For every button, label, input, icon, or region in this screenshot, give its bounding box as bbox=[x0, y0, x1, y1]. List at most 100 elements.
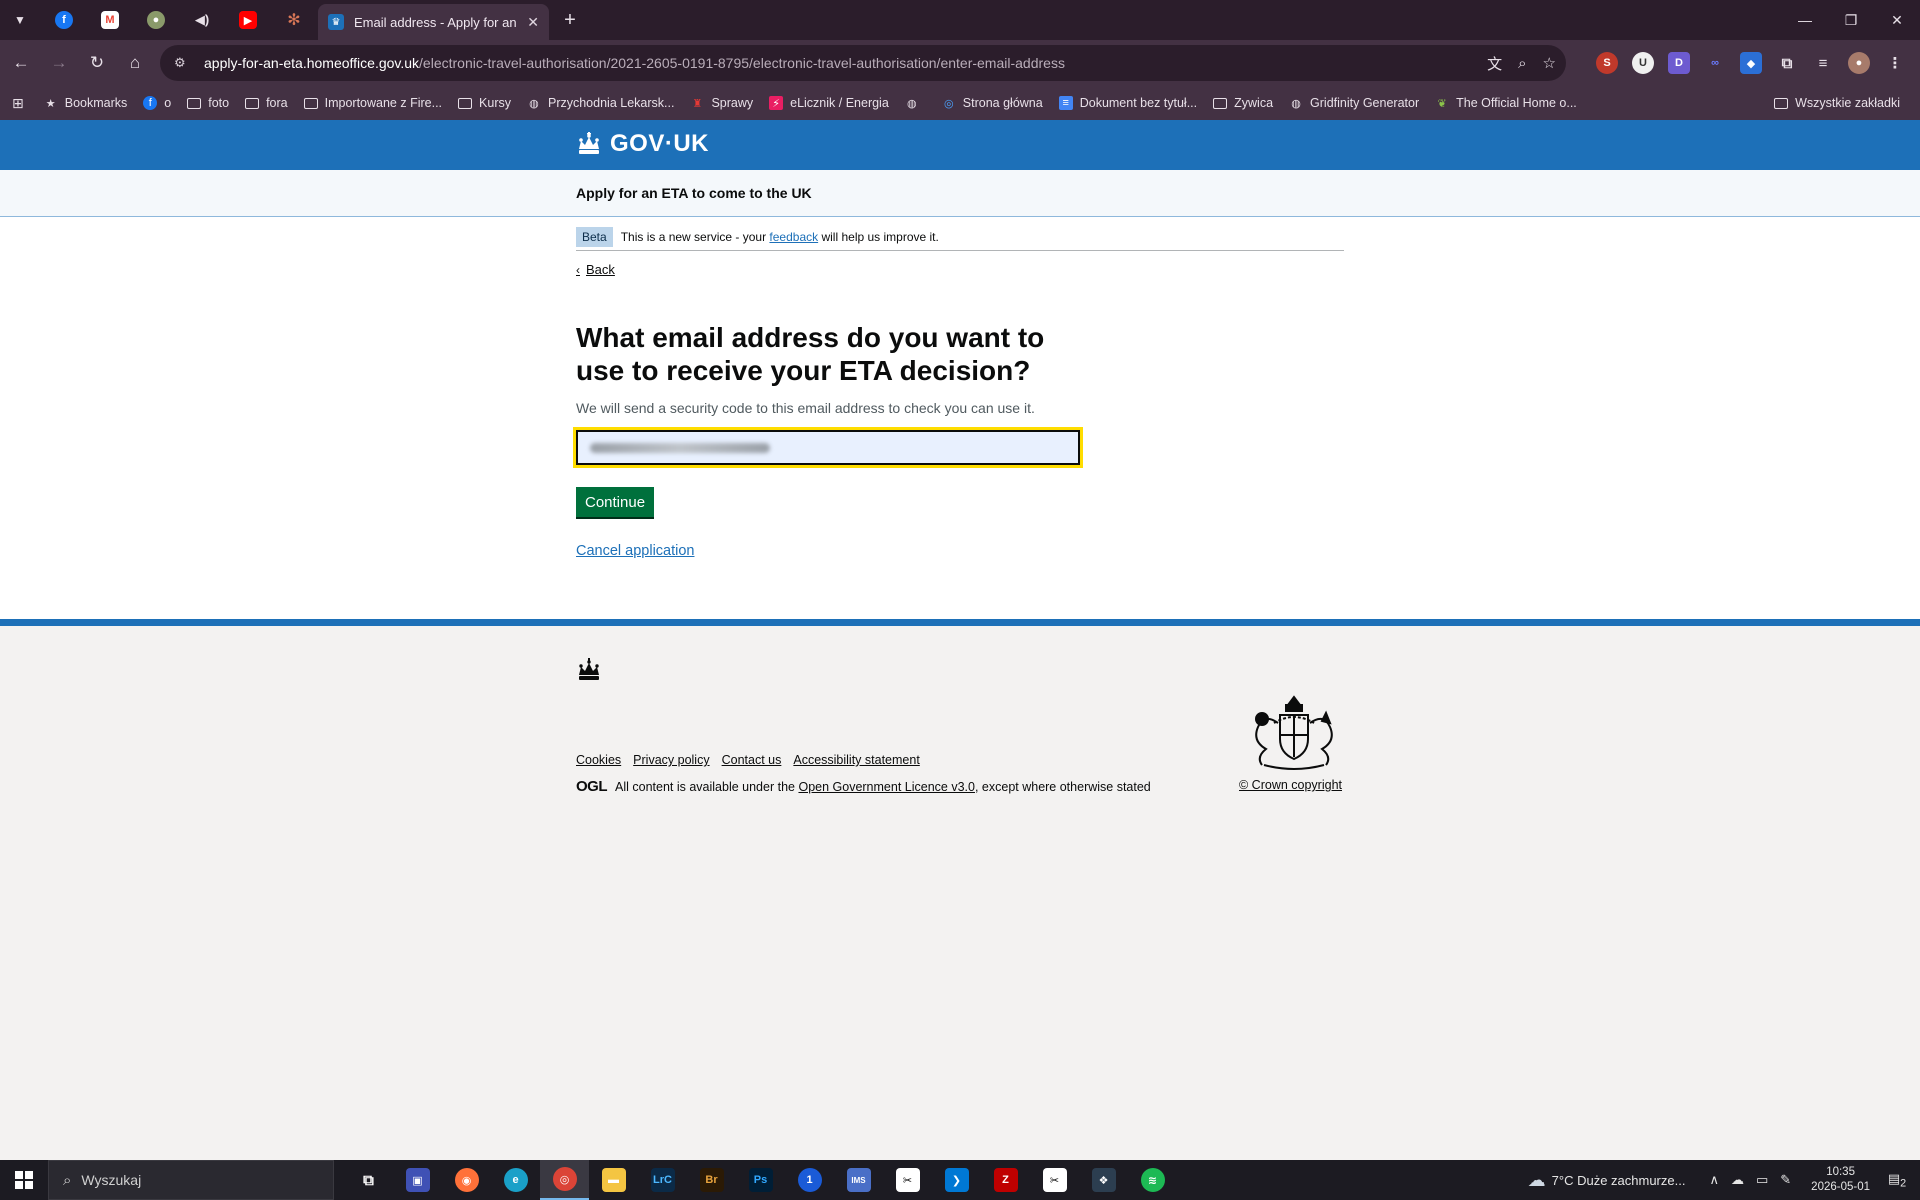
crown-copyright-link[interactable]: © Crown copyright bbox=[1239, 778, 1342, 792]
translate-icon[interactable]: 文 bbox=[1487, 53, 1502, 74]
govuk-logo[interactable]: GOV·UK bbox=[576, 130, 709, 158]
back-link[interactable]: ‹ Back bbox=[576, 262, 615, 277]
vscode-icon: ❯ bbox=[944, 1168, 969, 1192]
pinned-tab-facebook[interactable]: f bbox=[41, 0, 87, 40]
bookmark-przychodnia[interactable]: ◍ Przychodnia Lekarsk... bbox=[519, 89, 682, 117]
bookmark-folder-importowane[interactable]: Importowane z Fire... bbox=[296, 89, 450, 117]
footer-link-cookies[interactable]: Cookies bbox=[576, 753, 621, 767]
service-navigation: Apply for an ETA to come to the UK bbox=[0, 170, 1920, 217]
pinned-tab-youtube[interactable]: ▶ bbox=[225, 0, 271, 40]
weather-widget[interactable]: ☁ 7°C Duże zachmurze... bbox=[1528, 1170, 1686, 1191]
extensions-puzzle-icon[interactable]: ⧉ bbox=[1776, 52, 1798, 74]
taskbar-app-spotify[interactable]: ≋ bbox=[1128, 1160, 1177, 1200]
bookmark-label: Strona główna bbox=[962, 96, 1043, 110]
bookmark-strona-glowna[interactable]: ◎ Strona główna bbox=[934, 89, 1051, 117]
bookmark-gridfinity[interactable]: ◍ Gridfinity Generator bbox=[1281, 89, 1427, 117]
phase-tag: Beta bbox=[576, 227, 613, 247]
pen-icon[interactable]: ✎ bbox=[1780, 1172, 1791, 1188]
bookmark-bookmarks[interactable]: ★ Bookmarks bbox=[36, 89, 136, 117]
extension-red-icon[interactable]: S bbox=[1596, 52, 1618, 74]
phase-banner: Beta This is a new service - your feedba… bbox=[576, 224, 1344, 251]
extension-tag-icon[interactable]: ◆ bbox=[1740, 52, 1762, 74]
footer-link-accessibility[interactable]: Accessibility statement bbox=[793, 753, 919, 767]
notification-icon: ▤ bbox=[1887, 1170, 1901, 1186]
pinned-tab-audio[interactable]: ◀) bbox=[179, 0, 225, 40]
lightroom-icon: LrC bbox=[650, 1168, 675, 1192]
feedback-link[interactable]: feedback bbox=[769, 230, 818, 244]
bookmark-dokument[interactable]: ≡ Dokument bez tytuł... bbox=[1051, 89, 1205, 117]
taskbar-app-1password[interactable]: 1 bbox=[785, 1160, 834, 1200]
bookmark-o[interactable]: fo bbox=[135, 89, 179, 117]
footer-link-privacy[interactable]: Privacy policy bbox=[633, 753, 709, 767]
chevron-up-icon[interactable]: ∧ bbox=[1709, 1172, 1719, 1188]
taskbar-app-bridge[interactable]: Br bbox=[687, 1160, 736, 1200]
home-icon[interactable]: ⌂ bbox=[118, 46, 152, 80]
bookmark-sprawy[interactable]: ♜ Sprawy bbox=[682, 89, 761, 117]
bookmark-elicznik[interactable]: ⚡ eLicznik / Energia bbox=[761, 89, 897, 117]
footer-links: Cookies Privacy policy Contact us Access… bbox=[576, 753, 920, 767]
bookmark-folder-fora[interactable]: fora bbox=[237, 89, 296, 117]
bookmark-label: Dokument bez tytuł... bbox=[1079, 96, 1198, 110]
apps-grid-icon[interactable]: ⊞ bbox=[0, 89, 36, 117]
search-icon: ⌕ bbox=[63, 1171, 72, 1189]
browser-menu-icon[interactable]: ⋮ bbox=[1884, 52, 1906, 74]
pinned-tab-claude[interactable]: ✻ bbox=[271, 0, 317, 40]
taskbar-app-capcut[interactable]: ✂ bbox=[883, 1160, 932, 1200]
start-button[interactable] bbox=[0, 1160, 48, 1200]
footer-link-contact[interactable]: Contact us bbox=[722, 753, 782, 767]
continue-button[interactable]: Continue bbox=[576, 487, 655, 517]
taskbar-app-filezilla[interactable]: Z bbox=[981, 1160, 1030, 1200]
task-view-button[interactable]: ⧉ bbox=[344, 1160, 393, 1200]
back-arrow-icon[interactable]: ← bbox=[4, 46, 38, 80]
bookmark-folder-foto[interactable]: foto bbox=[179, 89, 237, 117]
bookmark-folder-zywica[interactable]: Zywica bbox=[1205, 89, 1281, 117]
new-tab-button[interactable]: + bbox=[558, 8, 582, 32]
close-tab-icon[interactable]: ✕ bbox=[527, 14, 539, 31]
bookmark-star-icon[interactable]: ☆ bbox=[1543, 54, 1556, 72]
taskbar-app-ims[interactable]: IMS bbox=[834, 1160, 883, 1200]
onedrive-icon[interactable]: ☁ bbox=[1731, 1172, 1744, 1188]
active-tab[interactable]: ♛ Email address - Apply for an ETA ✕ bbox=[318, 4, 549, 40]
taskbar-app-edge[interactable]: e bbox=[491, 1160, 540, 1200]
notification-center[interactable]: ▤2 bbox=[1884, 1171, 1910, 1190]
taskbar-app-lightroom[interactable]: LrC bbox=[638, 1160, 687, 1200]
close-window-icon[interactable]: ✕ bbox=[1874, 0, 1920, 40]
profile-avatar[interactable]: ● bbox=[1848, 52, 1870, 74]
bookmark-all-bookmarks[interactable]: Wszystkie zakładki bbox=[1766, 89, 1908, 117]
site-info-icon[interactable]: ⚙ bbox=[174, 55, 194, 71]
taskbar-app-vscode[interactable]: ❯ bbox=[932, 1160, 981, 1200]
ogl-licence-link[interactable]: Open Government Licence v3.0 bbox=[798, 780, 975, 794]
restore-icon[interactable]: ❐ bbox=[1828, 0, 1874, 40]
tab-search-chevron-icon[interactable]: ▼ bbox=[5, 5, 35, 35]
taskbar-app-explorer[interactable]: ▬ bbox=[589, 1160, 638, 1200]
forward-arrow-icon[interactable]: → bbox=[42, 46, 76, 80]
pinned-tab-gmail[interactable]: M bbox=[87, 0, 133, 40]
taskbar-app-capcut-2[interactable]: ✂ bbox=[1030, 1160, 1079, 1200]
extension-d-icon[interactable]: D bbox=[1668, 52, 1690, 74]
minimize-icon[interactable]: — bbox=[1782, 0, 1828, 40]
email-hint: We will send a security code to this ema… bbox=[576, 400, 1035, 416]
cloud-sun-icon: ☁ bbox=[1527, 1169, 1546, 1190]
bookmark-globe[interactable]: ◍ bbox=[897, 89, 934, 117]
reload-icon[interactable]: ↻ bbox=[80, 46, 114, 80]
clock[interactable]: 10:35 2026-05-01 bbox=[1811, 1165, 1870, 1195]
cancel-application-link[interactable]: Cancel application bbox=[576, 543, 695, 559]
taskbar-app-davinci[interactable]: ❖ bbox=[1079, 1160, 1128, 1200]
url-text: apply-for-an-eta.homeoffice.gov.uk/elect… bbox=[204, 55, 1065, 71]
taskbar-app-photoshop[interactable]: Ps bbox=[736, 1160, 785, 1200]
bookmark-official-home[interactable]: ❦ The Official Home o... bbox=[1427, 89, 1585, 117]
address-bar[interactable]: ⚙ apply-for-an-eta.homeoffice.gov.uk/ele… bbox=[160, 45, 1566, 81]
pinned-tab-app[interactable]: ● bbox=[133, 0, 179, 40]
zoom-icon[interactable]: ⌕ bbox=[1518, 55, 1526, 72]
taskbar-app-chrome[interactable]: ◎ bbox=[540, 1160, 589, 1200]
govuk-header: GOV·UK bbox=[0, 120, 1920, 170]
extension-u-icon[interactable]: U bbox=[1632, 52, 1654, 74]
extension-blue-icon[interactable]: ∞ bbox=[1704, 52, 1726, 74]
media-list-icon[interactable]: ≡ bbox=[1812, 52, 1834, 74]
network-icon[interactable]: ▭ bbox=[1756, 1172, 1768, 1188]
taskbar-search[interactable]: ⌕ Wyszukaj bbox=[48, 1160, 334, 1200]
taskbar-app-save[interactable]: ▣ bbox=[393, 1160, 442, 1200]
service-name[interactable]: Apply for an ETA to come to the UK bbox=[576, 185, 812, 201]
taskbar-app-firefox[interactable]: ◉ bbox=[442, 1160, 491, 1200]
bookmark-folder-kursy[interactable]: Kursy bbox=[450, 89, 519, 117]
